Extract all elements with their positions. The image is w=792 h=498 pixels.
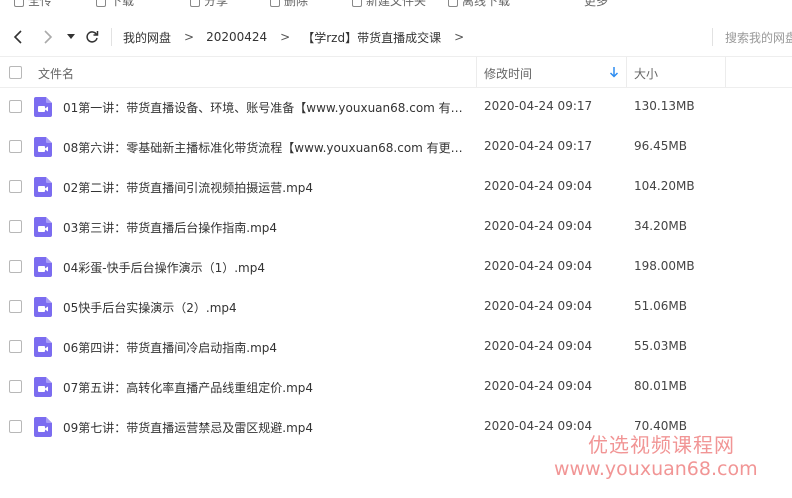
refresh-button[interactable] bbox=[82, 22, 102, 52]
forward-button[interactable] bbox=[38, 22, 58, 52]
watermark-title: 优选视频课程网 bbox=[588, 433, 735, 457]
breadcrumb-item-current[interactable]: 【学rzd】带货直播成交课 bbox=[302, 29, 441, 46]
file-name[interactable]: 07第五讲：高转化率直播产品线重组定价.mp4 bbox=[63, 379, 467, 396]
file-list: 01第一讲：带货直播设备、环境、账号准备【www.youxuan68.com 有… bbox=[0, 87, 792, 447]
top-toolbar: 全传 下载 分享 删除 新建文件夹 离线下载 更多 bbox=[0, 0, 792, 10]
share-icon bbox=[190, 0, 200, 7]
row-checkbox[interactable] bbox=[9, 180, 22, 193]
file-name[interactable]: 08第六讲：零基础新主播标准化带货流程【www.youxuan68.com 有更… bbox=[63, 139, 467, 156]
breadcrumb-separator: > bbox=[184, 30, 195, 44]
row-checkbox[interactable] bbox=[9, 220, 22, 233]
file-list-header: 文件名 修改时间 大小 bbox=[0, 56, 792, 88]
history-dropdown-button[interactable] bbox=[64, 22, 78, 52]
chevron-left-icon bbox=[13, 30, 22, 44]
file-modified-time: 2020-04-24 09:04 bbox=[484, 419, 593, 433]
file-row[interactable]: 07第五讲：高转化率直播产品线重组定价.mp4 2020-04-24 09:04… bbox=[0, 367, 792, 407]
toolbar-item-offline[interactable]: 离线下载 bbox=[448, 0, 510, 9]
toolbar-item-upload[interactable]: 全传 bbox=[14, 0, 52, 9]
file-size: 55.03MB bbox=[634, 339, 687, 353]
file-size: 96.45MB bbox=[634, 139, 687, 153]
file-size: 51.06MB bbox=[634, 299, 687, 313]
file-size: 34.20MB bbox=[634, 219, 687, 233]
file-name[interactable]: 03第三讲：带货直播后台操作指南.mp4 bbox=[63, 219, 467, 236]
column-divider[interactable] bbox=[476, 57, 477, 87]
breadcrumb: 我的网盘 > 20200424 > 【学rzd】带货直播成交课 > bbox=[123, 22, 476, 52]
file-name[interactable]: 05快手后台实操演示（2）.mp4 bbox=[63, 299, 467, 316]
delete-icon bbox=[270, 0, 280, 7]
back-button[interactable] bbox=[8, 22, 28, 52]
file-row[interactable]: 03第三讲：带货直播后台操作指南.mp4 2020-04-24 09:04 34… bbox=[0, 207, 792, 247]
toolbar-item-download[interactable]: 下载 bbox=[96, 0, 134, 9]
video-file-icon bbox=[34, 217, 52, 237]
file-row[interactable]: 08第六讲：零基础新主播标准化带货流程【www.youxuan68.com 有更… bbox=[0, 127, 792, 167]
file-row[interactable]: 02第二讲：带货直播间引流视频拍摄运营.mp4 2020-04-24 09:04… bbox=[0, 167, 792, 207]
video-file-icon bbox=[34, 177, 52, 197]
download-icon bbox=[96, 0, 106, 7]
file-modified-time: 2020-04-24 09:04 bbox=[484, 379, 593, 393]
nav-divider bbox=[111, 28, 112, 46]
file-name[interactable]: 06第四讲：带货直播间冷启动指南.mp4 bbox=[63, 339, 467, 356]
row-checkbox[interactable] bbox=[9, 260, 22, 273]
video-file-icon bbox=[34, 377, 52, 397]
video-file-icon bbox=[34, 137, 52, 157]
breadcrumb-separator[interactable]: > bbox=[454, 30, 464, 44]
search-input[interactable]: 搜索我的网盘 bbox=[725, 29, 792, 46]
file-modified-time: 2020-04-24 09:17 bbox=[484, 139, 593, 153]
folder-icon bbox=[352, 0, 362, 7]
video-file-icon bbox=[34, 257, 52, 277]
file-row[interactable]: 01第一讲：带货直播设备、环境、账号准备【www.youxuan68.com 有… bbox=[0, 87, 792, 127]
select-all-checkbox[interactable] bbox=[9, 66, 22, 79]
file-modified-time: 2020-04-24 09:17 bbox=[484, 99, 593, 113]
video-file-icon bbox=[34, 297, 52, 317]
toolbar-item-share[interactable]: 分享 bbox=[190, 0, 228, 9]
file-modified-time: 2020-04-24 09:04 bbox=[484, 259, 593, 273]
file-name[interactable]: 04彩蛋-快手后台操作演示（1）.mp4 bbox=[63, 259, 467, 276]
file-row[interactable]: 04彩蛋-快手后台操作演示（1）.mp4 2020-04-24 09:04 19… bbox=[0, 247, 792, 287]
file-size: 80.01MB bbox=[634, 379, 687, 393]
caret-down-icon bbox=[67, 34, 75, 39]
watermark-url: www.youxuan68.com bbox=[554, 458, 758, 480]
sort-down-arrow-icon[interactable] bbox=[609, 66, 619, 78]
video-file-icon bbox=[34, 417, 52, 437]
file-modified-time: 2020-04-24 09:04 bbox=[484, 299, 593, 313]
file-modified-time: 2020-04-24 09:04 bbox=[484, 339, 593, 353]
column-divider[interactable] bbox=[626, 57, 627, 87]
row-checkbox[interactable] bbox=[9, 300, 22, 313]
row-checkbox[interactable] bbox=[9, 340, 22, 353]
file-size: 130.13MB bbox=[634, 99, 695, 113]
file-modified-time: 2020-04-24 09:04 bbox=[484, 179, 593, 193]
breadcrumb-item-root[interactable]: 我的网盘 bbox=[123, 29, 171, 46]
video-file-icon bbox=[34, 337, 52, 357]
breadcrumb-item-date[interactable]: 20200424 bbox=[206, 30, 267, 44]
column-header-size[interactable]: 大小 bbox=[634, 65, 658, 82]
file-size: 198.00MB bbox=[634, 259, 695, 273]
file-row[interactable]: 05快手后台实操演示（2）.mp4 2020-04-24 09:04 51.06… bbox=[0, 287, 792, 327]
file-name[interactable]: 01第一讲：带货直播设备、环境、账号准备【www.youxuan68.com 有… bbox=[63, 99, 467, 116]
file-modified-time: 2020-04-24 09:04 bbox=[484, 219, 593, 233]
video-file-icon bbox=[34, 97, 52, 117]
offline-download-icon bbox=[448, 0, 458, 7]
toolbar-item-new-folder[interactable]: 新建文件夹 bbox=[352, 0, 426, 9]
toolbar-item-more[interactable]: 更多 bbox=[584, 0, 608, 9]
refresh-icon bbox=[86, 31, 99, 43]
column-header-name[interactable]: 文件名 bbox=[38, 65, 74, 82]
chevron-right-icon bbox=[44, 30, 53, 44]
file-row[interactable]: 06第四讲：带货直播间冷启动指南.mp4 2020-04-24 09:04 55… bbox=[0, 327, 792, 367]
column-divider[interactable] bbox=[725, 57, 726, 87]
row-checkbox[interactable] bbox=[9, 140, 22, 153]
file-name[interactable]: 02第二讲：带货直播间引流视频拍摄运营.mp4 bbox=[63, 179, 467, 196]
row-checkbox[interactable] bbox=[9, 100, 22, 113]
upload-icon bbox=[14, 0, 24, 7]
toolbar-item-delete[interactable]: 删除 bbox=[270, 0, 308, 9]
file-name[interactable]: 09第七讲：带货直播运营禁忌及雷区规避.mp4 bbox=[63, 419, 467, 436]
column-header-time[interactable]: 修改时间 bbox=[484, 65, 532, 82]
row-checkbox[interactable] bbox=[9, 380, 22, 393]
search-divider bbox=[712, 28, 713, 46]
row-checkbox[interactable] bbox=[9, 420, 22, 433]
breadcrumb-separator: > bbox=[280, 30, 291, 44]
navigation-bar: 我的网盘 > 20200424 > 【学rzd】带货直播成交课 > 搜索我的网盘 bbox=[0, 22, 792, 52]
file-size: 104.20MB bbox=[634, 179, 695, 193]
